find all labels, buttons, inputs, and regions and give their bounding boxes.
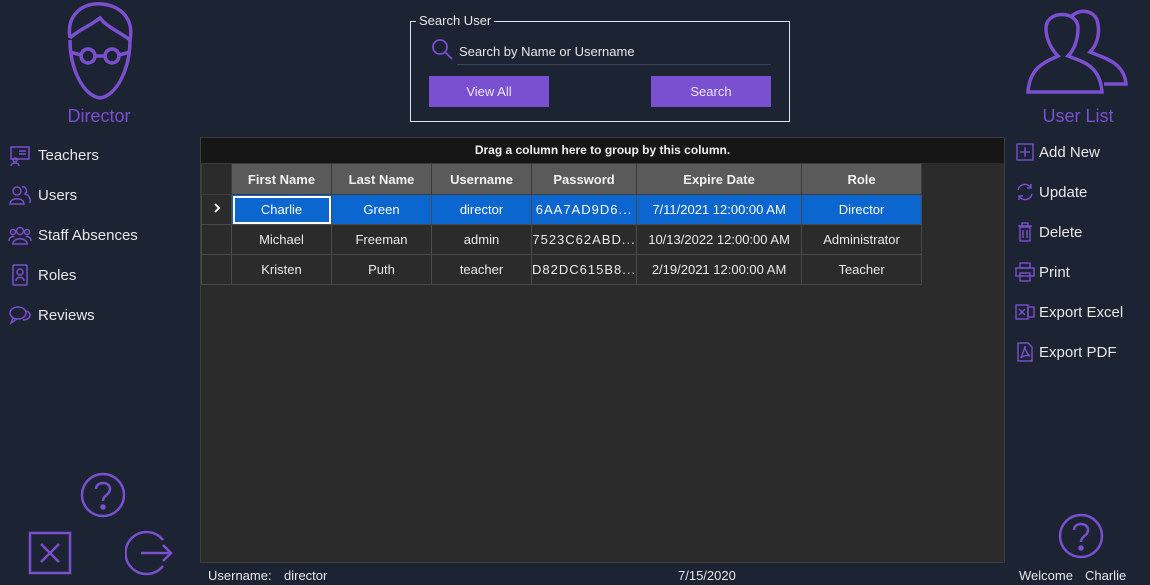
status-welcome-user: Charlie [1085, 568, 1127, 583]
search-button[interactable]: Search [651, 76, 771, 107]
export-pdf-label: Export PDF [1039, 343, 1117, 361]
column-header-password[interactable]: Password [530, 163, 638, 195]
row-selector[interactable] [201, 254, 232, 285]
trash-icon [1018, 222, 1032, 242]
cell-first-name[interactable]: Michael [231, 224, 332, 255]
column-header-last-name[interactable]: Last Name [331, 163, 432, 195]
update-label: Update [1039, 183, 1088, 201]
cell-username[interactable]: teacher [431, 254, 532, 285]
status-username-label: Username: [208, 568, 272, 583]
status-welcome-label: Welcome [1019, 568, 1073, 583]
print-button[interactable]: Print [1015, 259, 1070, 285]
refresh-icon [1017, 183, 1033, 201]
cell-expire-date[interactable]: 10/13/2022 12:00:00 AM [636, 224, 803, 255]
help-icon[interactable] [79, 471, 127, 519]
view-all-button[interactable]: View All [429, 76, 549, 107]
add-new-label: Add New [1039, 143, 1100, 161]
nav-staff-absences-label: Staff Absences [38, 226, 138, 244]
column-header-role[interactable]: Role [801, 163, 923, 195]
page-title: User List [1042, 106, 1114, 126]
users-table: First Name Last Name Username Password E… [201, 163, 923, 285]
help-icon[interactable] [1057, 512, 1105, 560]
cell-expire-date[interactable]: 2/19/2021 12:00:00 AM [636, 254, 803, 285]
nav-reviews-label: Reviews [38, 306, 95, 324]
badge-icon [12, 264, 28, 286]
cell-last-name[interactable]: Puth [331, 254, 432, 285]
group-panel[interactable]: Drag a column here to group by this colu… [201, 138, 1004, 163]
export-excel-label: Export Excel [1039, 303, 1124, 321]
search-legend: Search User [416, 13, 495, 28]
search-input[interactable] [457, 38, 771, 65]
delete-button[interactable]: Delete [1015, 219, 1082, 245]
table-row[interactable]: Charlie Green director 6AA7AD9D6... 7/11… [201, 194, 923, 225]
nav-teachers[interactable]: Teachers [8, 142, 99, 168]
row-selector-header [201, 163, 232, 195]
search-icon [432, 39, 453, 60]
row-selector[interactable] [201, 194, 232, 225]
pdf-icon [1017, 342, 1033, 362]
nav-roles-label: Roles [38, 266, 77, 284]
printer-icon [1015, 262, 1035, 282]
close-button[interactable] [28, 531, 72, 575]
export-excel-button[interactable]: Export Excel [1015, 299, 1123, 325]
nav-users-label: Users [38, 186, 78, 204]
delete-label: Delete [1039, 223, 1083, 241]
print-label: Print [1039, 263, 1070, 281]
nav-users[interactable]: Users [8, 182, 77, 208]
cell-username[interactable]: admin [431, 224, 532, 255]
column-header-expire-date[interactable]: Expire Date [636, 163, 803, 195]
status-bar: Username: director 7/15/2020 Welcome Cha… [200, 565, 1150, 585]
excel-icon [1015, 304, 1035, 320]
chat-bubbles-icon [9, 306, 31, 325]
teacher-board-icon [10, 146, 30, 167]
cell-last-name[interactable]: Green [331, 194, 432, 225]
row-selector[interactable] [201, 224, 232, 255]
users-grid[interactable]: Drag a column here to group by this colu… [200, 137, 1005, 563]
cell-last-name[interactable]: Freeman [331, 224, 432, 255]
cell-username[interactable]: director [431, 194, 532, 225]
chevron-right-icon [213, 203, 220, 213]
staff-group-icon [8, 226, 32, 245]
add-icon [1016, 143, 1034, 161]
role-title: Director [67, 106, 131, 126]
update-button[interactable]: Update [1015, 179, 1087, 205]
director-avatar-icon [67, 2, 133, 100]
nav-reviews[interactable]: Reviews [8, 302, 95, 328]
users-icon [9, 186, 31, 205]
nav-staff-absences[interactable]: Staff Absences [8, 222, 138, 248]
cell-expire-date[interactable]: 7/11/2021 12:00:00 AM [636, 194, 803, 225]
cell-first-name[interactable]: Kristen [231, 254, 332, 285]
export-pdf-button[interactable]: Export PDF [1015, 339, 1117, 365]
cell-role[interactable]: Director [801, 194, 923, 225]
nav-roles[interactable]: Roles [8, 262, 76, 288]
user-list-avatar-icon [1026, 9, 1128, 94]
column-header-username[interactable]: Username [431, 163, 532, 195]
cell-role[interactable]: Teacher [801, 254, 923, 285]
cell-password[interactable]: 6AA7AD9D6... [530, 194, 638, 225]
add-new-button[interactable]: Add New [1015, 139, 1100, 165]
cell-first-name[interactable]: Charlie [231, 194, 332, 225]
logout-button[interactable] [125, 528, 175, 578]
status-username-value: director [284, 568, 328, 583]
status-date: 7/15/2020 [678, 568, 736, 583]
table-row[interactable]: Kristen Puth teacher D82DC615B8... 2/19/… [201, 254, 923, 285]
cell-password[interactable]: D82DC615B8... [530, 254, 638, 285]
table-row[interactable]: Michael Freeman admin 7523C62ABD... 10/1… [201, 224, 923, 255]
cell-role[interactable]: Administrator [801, 224, 923, 255]
nav-teachers-label: Teachers [38, 146, 99, 164]
cell-password[interactable]: 7523C62ABD... [530, 224, 638, 255]
header-row: First Name Last Name Username Password E… [201, 163, 923, 195]
column-header-first-name[interactable]: First Name [231, 163, 332, 195]
